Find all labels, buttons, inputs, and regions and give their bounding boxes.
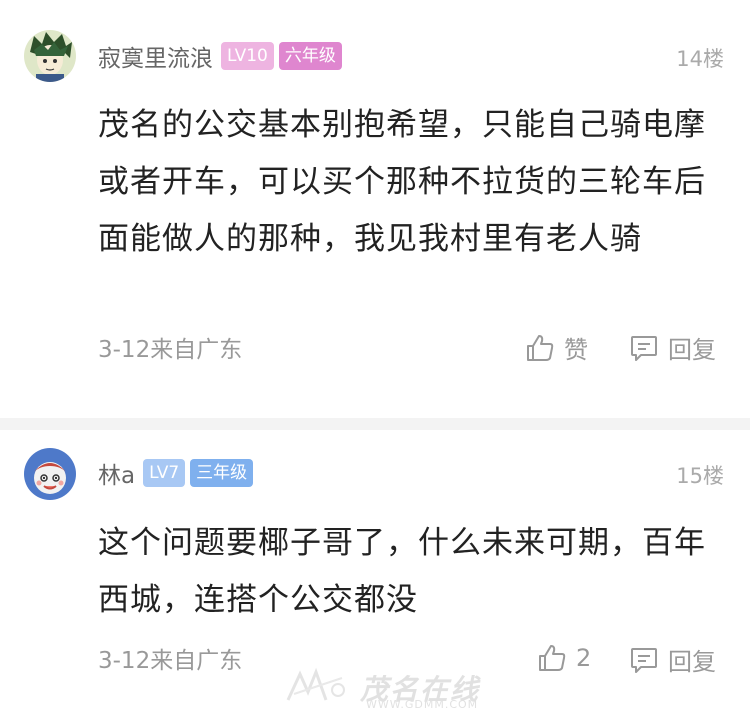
like-label: 赞 <box>564 336 588 364</box>
watermark-logo-icon <box>286 667 345 701</box>
comment-item-14: 寂寞里流浪 LV10 六年级 14楼 茂名的公交基本别抱希望，只能自己骑电摩或者… <box>0 0 750 418</box>
comment-meta: 3-12来自广东 <box>98 648 243 674</box>
like-button[interactable]: 2 <box>536 642 591 674</box>
comment-header: 寂寞里流浪 LV10 六年级 <box>98 39 347 73</box>
reply-button[interactable]: 回复 <box>628 642 716 677</box>
comment-bubble-icon <box>631 647 657 673</box>
anime-boy-avatar-icon <box>24 30 76 82</box>
avatar[interactable] <box>24 30 76 82</box>
reply-label: 回复 <box>668 648 716 676</box>
watermark-url: WWW.GDMM.COM <box>366 698 479 711</box>
like-count: 2 <box>576 644 592 672</box>
site-watermark: 茂名在线 WWW.GDMM.COM <box>282 664 482 712</box>
comment-bubble-icon <box>631 335 657 361</box>
username[interactable]: 寂寞里流浪 <box>98 39 213 73</box>
reply-button[interactable]: 回复 <box>628 330 716 365</box>
comment-text: 茂名的公交基本别抱希望，只能自己骑电摩或者开车，可以买个那种不拉货的三轮车后面能… <box>98 107 706 257</box>
avatar[interactable] <box>24 448 76 500</box>
level-badge: LV7 <box>143 459 186 487</box>
grade-badge: 三年级 <box>190 459 254 487</box>
floor-number: 14楼 <box>676 47 724 71</box>
username[interactable]: 林a <box>98 456 135 490</box>
like-button[interactable]: 赞 <box>524 330 588 365</box>
thumbs-up-icon <box>539 645 566 671</box>
thumbs-up-icon <box>527 334 554 361</box>
cartoon-girl-avatar-icon <box>24 448 76 500</box>
floor-number: 15楼 <box>676 464 724 488</box>
comment-meta: 3-12来自广东 <box>98 337 243 363</box>
comment-header: 林a LV7 三年级 <box>98 456 258 490</box>
comment-divider <box>0 418 750 430</box>
comment-text: 这个问题要椰子哥了，什么未来可期，百年西城，连搭个公交都没 <box>98 525 706 618</box>
grade-badge: 六年级 <box>278 42 342 70</box>
level-badge: LV10 <box>221 42 274 70</box>
reply-label: 回复 <box>668 336 716 364</box>
